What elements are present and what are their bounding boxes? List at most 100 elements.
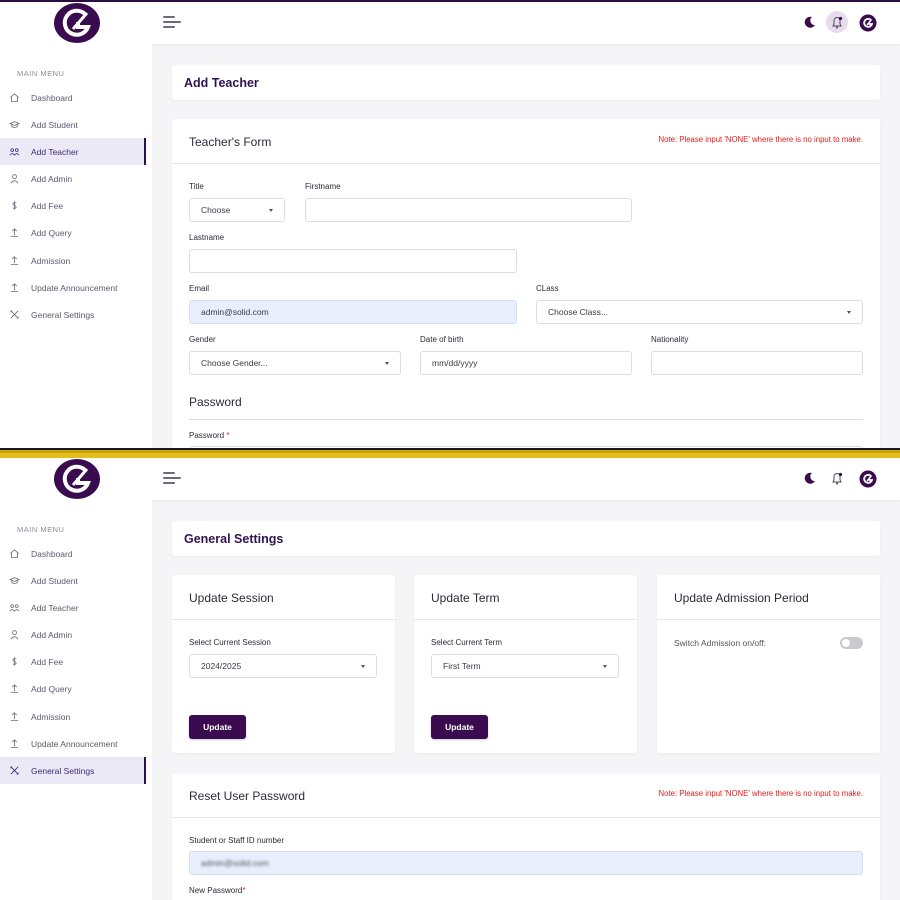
- term-title: Update Term: [431, 591, 500, 605]
- dob-input[interactable]: mm/dd/yyyy: [420, 351, 632, 375]
- reset-password-card: Reset User Password Note: Please input '…: [172, 773, 880, 900]
- sidebar-item-label: Add Fee: [31, 200, 64, 211]
- update-session-button[interactable]: Update: [189, 715, 246, 739]
- top-bar: [0, 458, 900, 500]
- teacher-icon: [9, 148, 20, 156]
- sidebar-item-dashboard[interactable]: Dashboard: [0, 540, 146, 567]
- sidebar-item-add-query[interactable]: Add Query: [0, 219, 146, 246]
- chevron-down-icon: [361, 665, 365, 668]
- menu-toggle-icon[interactable]: [163, 16, 181, 30]
- email-input[interactable]: admin@solid.com: [189, 300, 517, 324]
- firstname-input[interactable]: [305, 198, 632, 222]
- password-label-text: Password: [189, 431, 225, 440]
- title-label: Title: [189, 182, 204, 191]
- graduation-cap-icon: [9, 121, 20, 128]
- sidebar-item-update-announcement[interactable]: Update Announcement: [0, 274, 146, 301]
- sidebar-item-label: Add Student: [31, 119, 78, 130]
- card-header: Update Admission Period: [657, 575, 880, 620]
- upload-icon: [10, 712, 19, 722]
- tools-icon: [10, 766, 19, 775]
- sidebar-item-add-teacher[interactable]: Add Teacher: [0, 594, 146, 621]
- gender-select-value: Choose Gender...: [201, 358, 268, 368]
- gender-label: Gender: [189, 335, 216, 344]
- upload-icon: [10, 739, 19, 749]
- page-title: Add Teacher: [184, 76, 259, 90]
- class-select[interactable]: Choose Class...: [536, 300, 863, 324]
- sidebar-item-label: Add Teacher: [31, 146, 79, 157]
- upload-icon: [10, 228, 19, 238]
- gender-select[interactable]: Choose Gender...: [189, 351, 401, 375]
- sidebar-item-dashboard[interactable]: Dashboard: [0, 84, 146, 111]
- sidebar-item-label: Add Query: [31, 683, 72, 694]
- page-title: General Settings: [184, 532, 284, 546]
- sidebar-item-admission[interactable]: Admission: [0, 247, 146, 274]
- sidebar-item-add-query[interactable]: Add Query: [0, 675, 146, 702]
- graduation-cap-icon: [9, 577, 20, 584]
- sidebar-item-add-admin[interactable]: Add Admin: [0, 621, 146, 648]
- sidebar-item-update-announcement[interactable]: Update Announcement: [0, 730, 146, 757]
- reset-title: Reset User Password: [189, 789, 306, 803]
- sidebar-item-add-fee[interactable]: Add Fee: [0, 648, 146, 675]
- lastname-input[interactable]: [189, 249, 517, 273]
- nationality-input[interactable]: [651, 351, 863, 375]
- moon-icon[interactable]: [803, 15, 817, 29]
- card-header: Update Term: [414, 575, 637, 620]
- home-icon: [10, 549, 19, 559]
- id-value: admin@solid.com: [201, 858, 269, 868]
- user-icon: [10, 174, 19, 184]
- session-select[interactable]: 2024/2025: [189, 654, 377, 678]
- dollar-icon: [12, 201, 17, 210]
- upload-icon: [10, 256, 19, 266]
- term-label: Select Current Term: [431, 638, 502, 647]
- update-term-button[interactable]: Update: [431, 715, 488, 739]
- page-title-card: Add Teacher: [172, 65, 880, 100]
- admission-toggle[interactable]: [840, 637, 863, 649]
- moon-icon[interactable]: [803, 471, 817, 485]
- upload-icon: [10, 283, 19, 293]
- firstname-label: Firstname: [305, 182, 341, 191]
- required-mark: *: [242, 886, 246, 895]
- bell-icon[interactable]: [826, 467, 848, 489]
- chevron-down-icon: [603, 665, 607, 668]
- menu-toggle-icon[interactable]: [163, 472, 181, 486]
- password-label: Password *: [189, 431, 229, 440]
- form-note: Note: Please input 'NONE' where there is…: [658, 135, 863, 144]
- add-teacher-screen: MAIN MENU Dashboard Add Student Add Teac…: [0, 0, 900, 450]
- sidebar: MAIN MENU Dashboard Add Student Add Teac…: [0, 44, 152, 450]
- title-select[interactable]: Choose: [189, 198, 285, 222]
- sidebar-item-label: Admission: [31, 711, 71, 722]
- update-admission-card: Update Admission Period Switch Admission…: [657, 575, 880, 753]
- sidebar-item-label: Dashboard: [31, 548, 73, 559]
- sidebar-item-add-fee[interactable]: Add Fee: [0, 192, 146, 219]
- card-header: Update Session: [172, 575, 395, 620]
- sidebar-item-add-admin[interactable]: Add Admin: [0, 165, 146, 192]
- term-select[interactable]: First Term: [431, 654, 619, 678]
- sidebar-item-label: Add Teacher: [31, 602, 79, 613]
- nationality-label: Nationality: [651, 335, 689, 344]
- bell-icon[interactable]: [826, 11, 848, 33]
- lastname-label: Lastname: [189, 233, 225, 242]
- sidebar-item-add-student[interactable]: Add Student: [0, 567, 146, 594]
- sidebar-item-general-settings[interactable]: General Settings: [0, 301, 146, 328]
- class-label: CLass: [536, 284, 559, 293]
- profile-avatar-icon[interactable]: [859, 14, 877, 32]
- title-select-value: Choose: [201, 205, 231, 215]
- sidebar-item-add-teacher[interactable]: Add Teacher: [0, 138, 146, 165]
- dollar-icon: [12, 657, 17, 666]
- sidebar-item-general-settings[interactable]: General Settings: [0, 757, 146, 784]
- session-title: Update Session: [189, 591, 274, 605]
- sidebar-item-label: Add Admin: [31, 173, 73, 184]
- dob-value: mm/dd/yyyy: [432, 358, 478, 368]
- id-input[interactable]: admin@solid.com: [189, 851, 863, 875]
- sidebar-item-label: Admission: [31, 255, 71, 266]
- user-icon: [10, 630, 19, 640]
- profile-avatar-icon[interactable]: [859, 470, 877, 488]
- sidebar-item-label: General Settings: [31, 765, 95, 776]
- dob-label: Date of birth: [420, 335, 464, 344]
- term-select-value: First Term: [443, 661, 481, 671]
- sidebar-item-add-student[interactable]: Add Student: [0, 111, 146, 138]
- sidebar-item-admission[interactable]: Admission: [0, 703, 146, 730]
- upload-icon: [10, 684, 19, 694]
- menu-title: MAIN MENU: [17, 525, 65, 534]
- home-icon: [10, 93, 19, 103]
